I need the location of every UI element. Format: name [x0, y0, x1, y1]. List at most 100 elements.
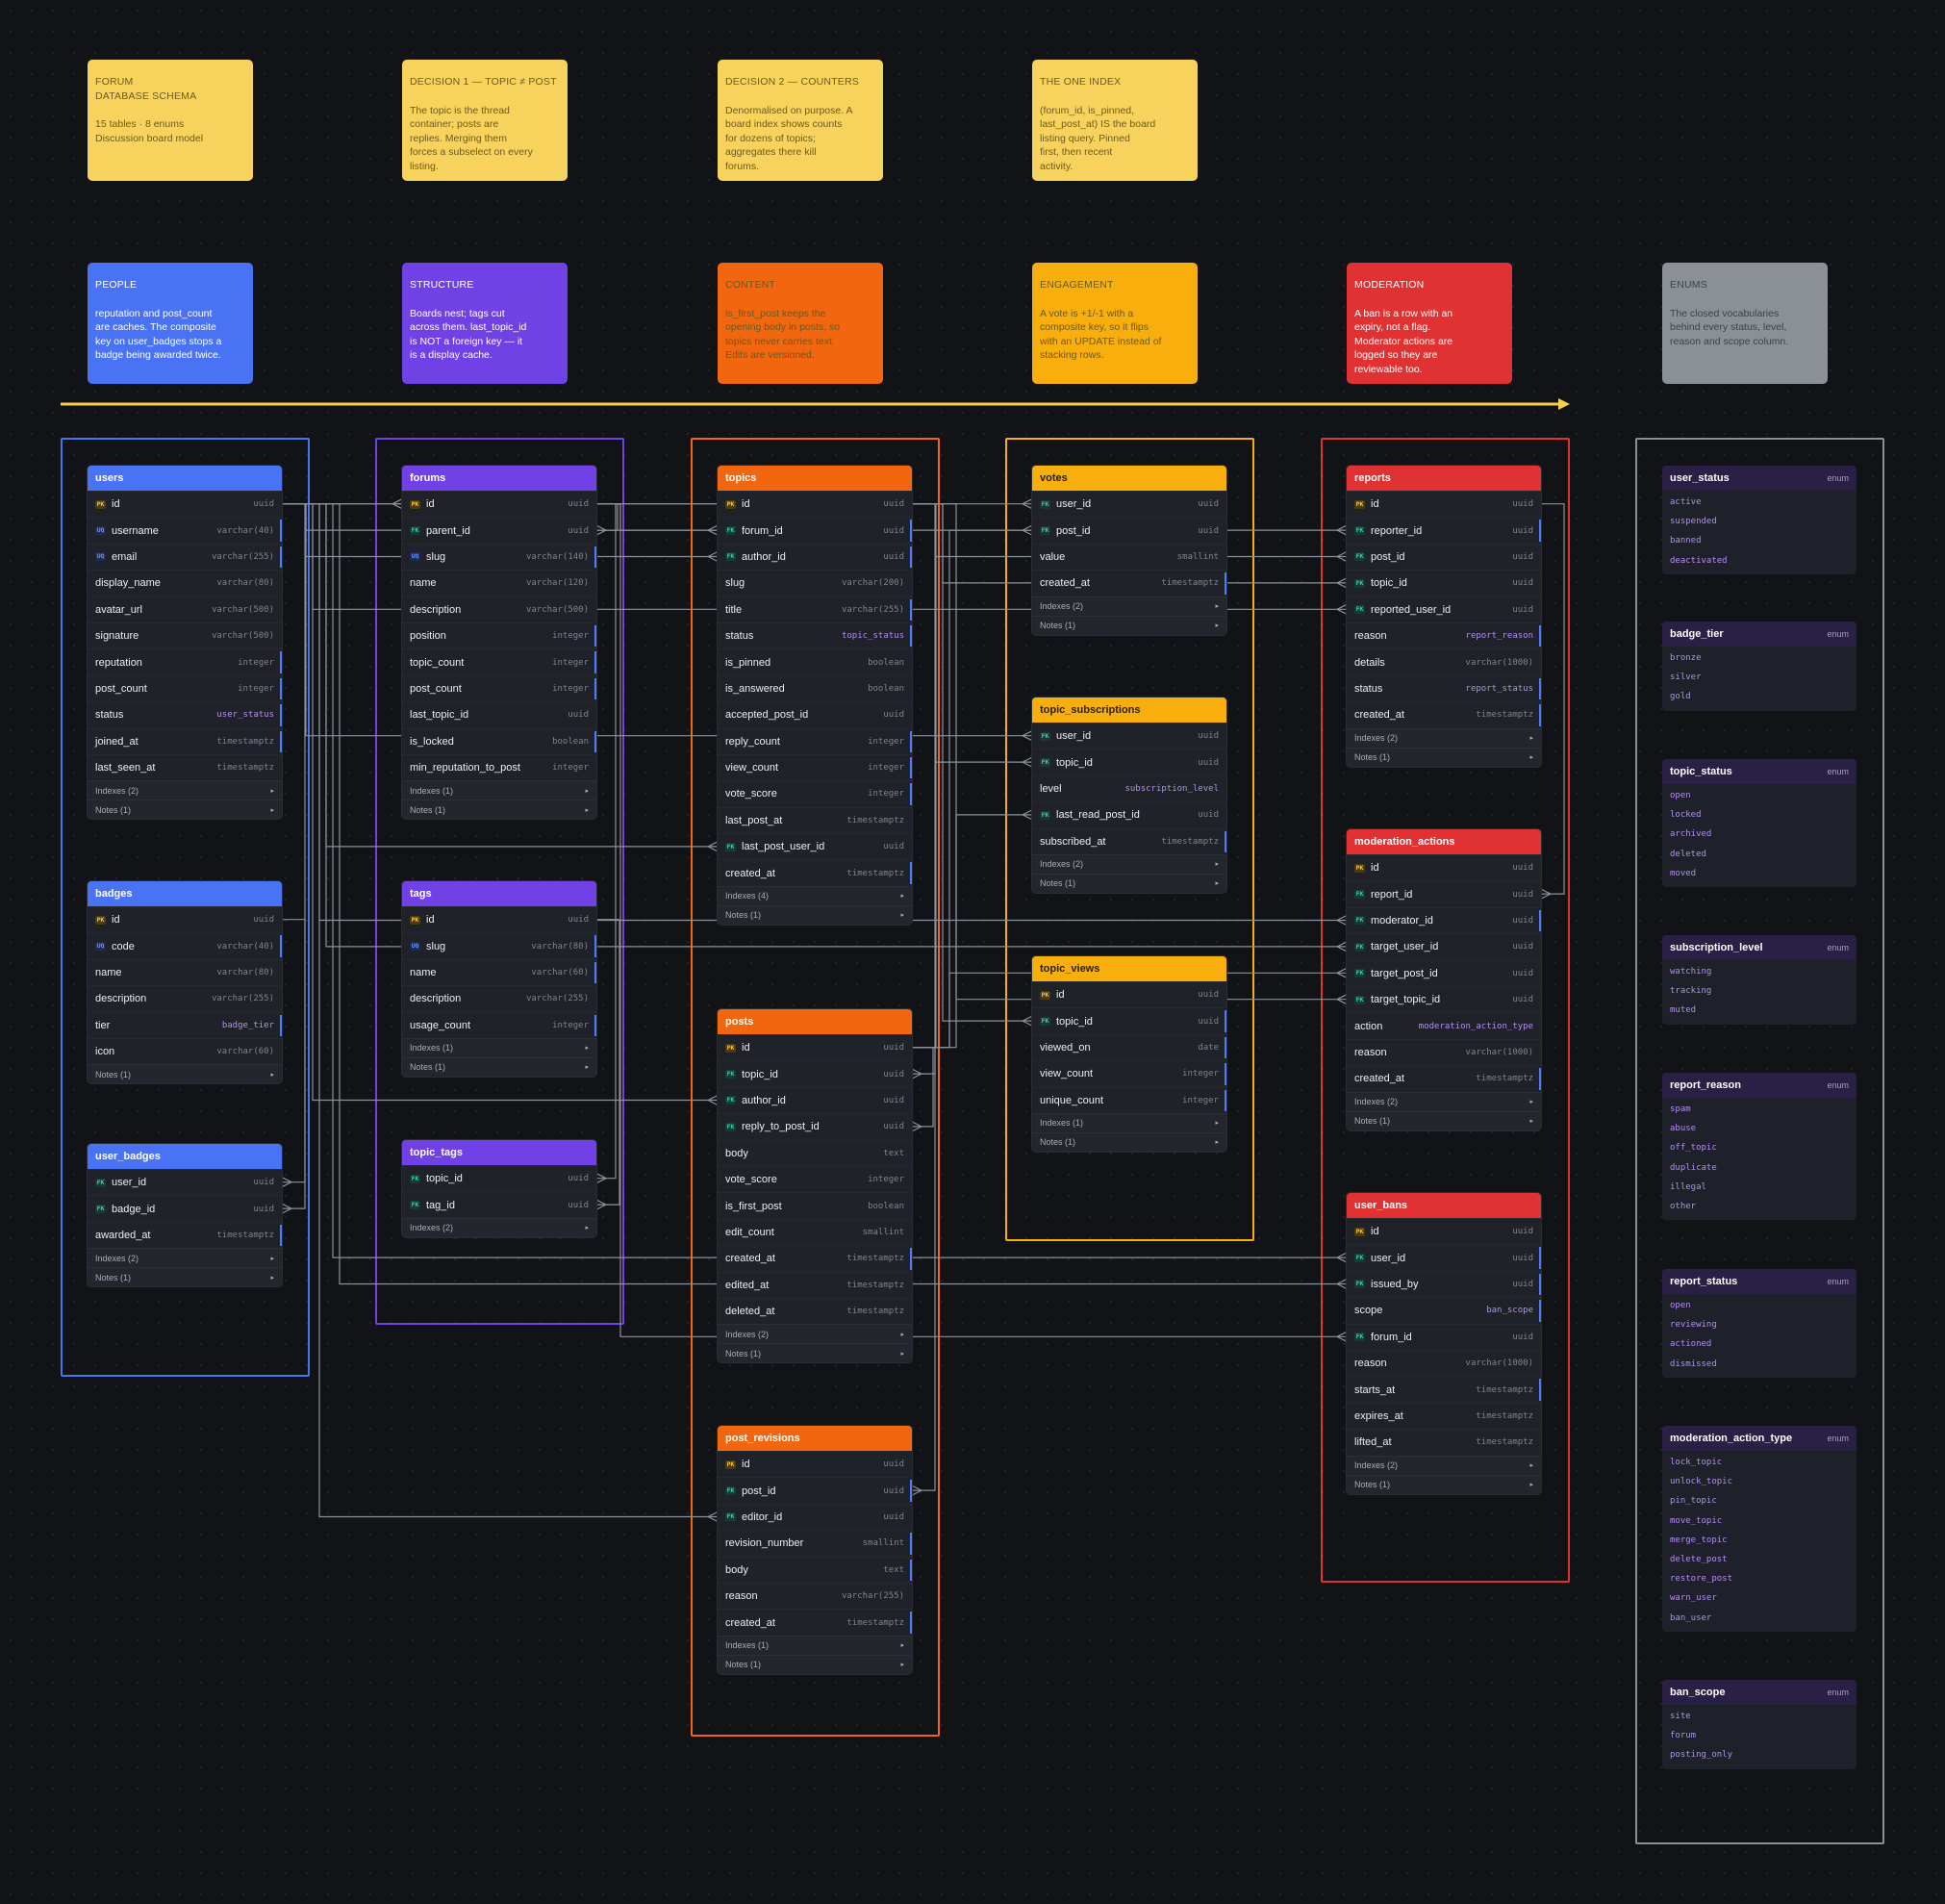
- notes-toggle[interactable]: Notes (1) ▸: [718, 1343, 912, 1363]
- column-row[interactable]: FK post_id uuid: [718, 1477, 912, 1503]
- enum-report_reason[interactable]: report_reason enum spam abuse off_topic dupli…: [1662, 1073, 1857, 1221]
- column-row[interactable]: UQ slug varchar(80): [402, 932, 596, 958]
- column-row[interactable]: PK id uuid: [1347, 1218, 1541, 1244]
- column-row[interactable]: FK author_id uuid: [718, 1086, 912, 1113]
- column-row[interactable]: FK forum_id uuid: [1347, 1323, 1541, 1350]
- table-header[interactable]: topic_views: [1032, 956, 1226, 981]
- indexes-toggle[interactable]: Indexes (2) ▸: [402, 1217, 596, 1237]
- column-row[interactable]: reason varchar(255): [718, 1582, 912, 1609]
- column-row[interactable]: FK report_id uuid: [1347, 880, 1541, 906]
- column-row[interactable]: PK id uuid: [718, 491, 912, 517]
- column-row[interactable]: value smallint: [1032, 543, 1226, 570]
- column-row[interactable]: revision_number smallint: [718, 1530, 912, 1556]
- table-header[interactable]: reports: [1347, 466, 1541, 491]
- enum-header[interactable]: report_status enum: [1662, 1269, 1857, 1294]
- column-row[interactable]: FK author_id uuid: [718, 543, 912, 570]
- table-header[interactable]: post_revisions: [718, 1426, 912, 1451]
- column-row[interactable]: awarded_at timestamptz: [88, 1221, 282, 1248]
- column-row[interactable]: slug varchar(200): [718, 570, 912, 596]
- column-row[interactable]: display_name varchar(80): [88, 570, 282, 596]
- column-row[interactable]: FK user_id uuid: [1032, 491, 1226, 517]
- column-row[interactable]: status user_status: [88, 701, 282, 727]
- indexes-toggle[interactable]: Indexes (2) ▸: [1347, 1455, 1541, 1475]
- column-row[interactable]: PK id uuid: [88, 906, 282, 932]
- notes-toggle[interactable]: Notes (1) ▸: [88, 1267, 282, 1287]
- column-row[interactable]: PK id uuid: [718, 1451, 912, 1477]
- indexes-toggle[interactable]: Indexes (2) ▸: [88, 780, 282, 800]
- column-row[interactable]: title varchar(255): [718, 596, 912, 622]
- table-reports[interactable]: reports PK id uuid FK reporter_id uuid FK post_i…: [1347, 466, 1541, 767]
- column-row[interactable]: FK forum_id uuid: [718, 517, 912, 543]
- column-row[interactable]: UQ slug varchar(140): [402, 543, 596, 570]
- column-row[interactable]: FK topic_id uuid: [718, 1060, 912, 1086]
- column-row[interactable]: edit_count smallint: [718, 1218, 912, 1245]
- column-row[interactable]: PK id uuid: [402, 906, 596, 932]
- indexes-toggle[interactable]: Indexes (1) ▸: [402, 780, 596, 800]
- enum-moderation_action_type[interactable]: moderation_action_type enum lock_topic unlo…: [1662, 1426, 1857, 1632]
- table-moderation_actions[interactable]: moderation_actions PK id uuid FK report_id uui…: [1347, 829, 1541, 1130]
- sticky-note[interactable]: Enums The closed vocabularies behind ever…: [1662, 263, 1828, 384]
- enum-topic_status[interactable]: topic_status enum open locked archived delete…: [1662, 759, 1857, 887]
- column-row[interactable]: FK topic_id uuid: [402, 1165, 596, 1191]
- indexes-toggle[interactable]: Indexes (2) ▸: [1347, 727, 1541, 748]
- sticky-note[interactable]: Decision 1 — Topic ≠ Post The topic is th…: [402, 60, 568, 181]
- column-row[interactable]: is_answered boolean: [718, 674, 912, 701]
- table-header[interactable]: tags: [402, 881, 596, 906]
- table-header[interactable]: user_bans: [1347, 1193, 1541, 1218]
- column-row[interactable]: FK issued_by uuid: [1347, 1270, 1541, 1297]
- table-header[interactable]: forums: [402, 466, 596, 491]
- enum-header[interactable]: moderation_action_type enum: [1662, 1426, 1857, 1451]
- sticky-note[interactable]: Content is_first_post keeps the opening b…: [718, 263, 883, 384]
- column-row[interactable]: name varchar(60): [402, 958, 596, 985]
- table-header[interactable]: badges: [88, 881, 282, 906]
- enum-header[interactable]: user_status enum: [1662, 466, 1857, 491]
- column-row[interactable]: view_count integer: [1032, 1060, 1226, 1086]
- column-row[interactable]: accepted_post_id uuid: [718, 701, 912, 727]
- column-row[interactable]: created_at timestamptz: [1347, 1065, 1541, 1091]
- column-row[interactable]: reason varchar(1000): [1347, 1038, 1541, 1065]
- table-badges[interactable]: badges PK id uuid UQ code varchar(40) name varch…: [88, 881, 282, 1084]
- table-header[interactable]: votes: [1032, 466, 1226, 491]
- column-row[interactable]: last_topic_id uuid: [402, 701, 596, 727]
- notes-toggle[interactable]: Notes (1) ▸: [1347, 1474, 1541, 1494]
- column-row[interactable]: FK topic_id uuid: [1032, 1007, 1226, 1033]
- column-row[interactable]: FK target_post_id uuid: [1347, 959, 1541, 986]
- column-row[interactable]: UQ email varchar(255): [88, 543, 282, 570]
- table-header[interactable]: moderation_actions: [1347, 829, 1541, 854]
- table-topic_tags[interactable]: topic_tags FK topic_id uuid FK tag_id uuid Inde…: [402, 1140, 596, 1237]
- enum-user_status[interactable]: user_status enum active suspended banned deac…: [1662, 466, 1857, 574]
- sticky-note[interactable]: Decision 2 — Counters Denormalised on pur…: [718, 60, 883, 181]
- column-row[interactable]: last_post_at timestamptz: [718, 806, 912, 833]
- enum-badge_tier[interactable]: badge_tier enum bronze silver gold: [1662, 622, 1857, 711]
- notes-toggle[interactable]: Notes (1) ▸: [402, 800, 596, 820]
- sticky-note[interactable]: The one index (forum_id, is_pinned, last_…: [1032, 60, 1198, 181]
- column-row[interactable]: FK post_id uuid: [1032, 517, 1226, 543]
- column-row[interactable]: view_count integer: [718, 753, 912, 780]
- notes-toggle[interactable]: Notes (1) ▸: [718, 904, 912, 925]
- sticky-note[interactable]: Structure Boards nest; tags cut across th…: [402, 263, 568, 384]
- column-row[interactable]: reply_count integer: [718, 727, 912, 754]
- column-row[interactable]: FK topic_id uuid: [1347, 570, 1541, 596]
- enum-report_status[interactable]: report_status enum open reviewing actioned di…: [1662, 1269, 1857, 1378]
- column-row[interactable]: expires_at timestamptz: [1347, 1402, 1541, 1429]
- column-row[interactable]: PK id uuid: [718, 1034, 912, 1060]
- table-header[interactable]: topics: [718, 466, 912, 491]
- column-row[interactable]: deleted_at timestamptz: [718, 1297, 912, 1324]
- column-row[interactable]: position integer: [402, 622, 596, 648]
- indexes-toggle[interactable]: Indexes (2) ▸: [718, 1324, 912, 1344]
- column-row[interactable]: subscribed_at timestamptz: [1032, 827, 1226, 854]
- column-row[interactable]: created_at timestamptz: [1032, 570, 1226, 596]
- column-row[interactable]: name varchar(120): [402, 570, 596, 596]
- column-row[interactable]: body text: [718, 1139, 912, 1166]
- column-row[interactable]: created_at timestamptz: [718, 1245, 912, 1271]
- table-header[interactable]: topic_tags: [402, 1140, 596, 1165]
- table-topic_subscriptions[interactable]: topic_subscriptions FK user_id uuid FK topic_…: [1032, 698, 1226, 893]
- table-tags[interactable]: tags PK id uuid UQ slug varchar(80) name varchar…: [402, 881, 596, 1077]
- column-row[interactable]: PK id uuid: [402, 491, 596, 517]
- table-topic_views[interactable]: topic_views PK id uuid FK topic_id uuid viewed_…: [1032, 956, 1226, 1152]
- indexes-toggle[interactable]: Indexes (1) ▸: [718, 1635, 912, 1655]
- column-row[interactable]: scope ban_scope: [1347, 1297, 1541, 1323]
- column-row[interactable]: FK tag_id uuid: [402, 1191, 596, 1217]
- column-row[interactable]: FK topic_id uuid: [1032, 749, 1226, 774]
- column-row[interactable]: PK id uuid: [1347, 854, 1541, 880]
